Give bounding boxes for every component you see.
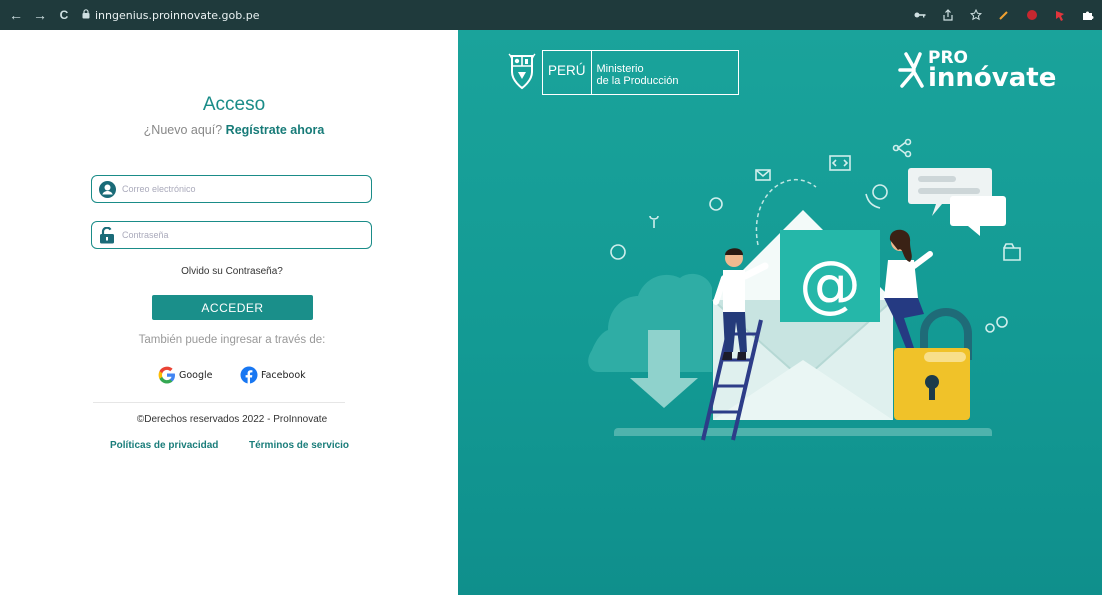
chat-small-icon [610, 244, 626, 260]
new-here-text: ¿Nuevo aquí? [143, 123, 223, 137]
share-icon[interactable] [940, 5, 956, 25]
login-button[interactable]: ACCEDER [152, 295, 313, 320]
refresh-small-icon [709, 197, 723, 211]
back-arrow-icon[interactable]: ← [6, 5, 26, 25]
wrench-small-icon [649, 215, 659, 228]
email-login-illustration: @ [588, 138, 1021, 441]
divider [93, 402, 345, 403]
url-text: inngenius.proinnovate.gob.pe [95, 8, 260, 22]
gear-small-icon [996, 316, 1008, 328]
key-icon[interactable] [912, 5, 928, 25]
address-bar[interactable]: inngenius.proinnovate.gob.pe [82, 9, 259, 22]
extension-ublock-icon[interactable] [1024, 5, 1040, 25]
google-label: Google [179, 369, 213, 381]
star-icon[interactable] [968, 5, 984, 25]
login-panel: Acceso ¿Nuevo aquí? Regístrate ahora Olv… [0, 30, 458, 595]
copyright-text: ©Derechos reservados 2022 - ProInnovate [136, 414, 328, 425]
terms-of-service-link[interactable]: Términos de servicio [249, 440, 349, 451]
reload-icon[interactable]: C [54, 5, 74, 25]
facebook-icon [240, 366, 258, 384]
password-field[interactable] [91, 221, 372, 249]
google-icon [158, 366, 176, 384]
register-link[interactable]: Regístrate ahora [226, 123, 325, 137]
ground-shadow [614, 428, 992, 436]
alt-login-text: También puede ingresar a través de: [138, 334, 326, 346]
extension-red-icon[interactable] [1052, 5, 1068, 25]
unlock-icon [98, 226, 116, 244]
extensions-puzzle-icon[interactable] [1080, 5, 1096, 25]
facebook-label: Facebook [261, 369, 306, 381]
extension-pen-icon[interactable] [996, 5, 1012, 25]
password-input[interactable] [122, 230, 362, 240]
lock-icon [82, 8, 90, 22]
forgot-password-link[interactable]: Olvido su Contraseña? [0, 266, 464, 277]
illustration-panel: PERÚ Ministerio de la Producción PRO inn… [458, 30, 1102, 595]
login-title: Acceso [202, 94, 266, 115]
google-login-button[interactable]: Google [158, 366, 213, 384]
register-prompt: ¿Nuevo aquí? Regístrate ahora [0, 123, 468, 137]
browser-toolbar: ← → C inngenius.proinnovate.gob.pe [0, 0, 1102, 30]
email-input[interactable] [122, 184, 362, 194]
facebook-login-button[interactable]: Facebook [240, 366, 306, 384]
forward-arrow-icon[interactable]: → [30, 5, 50, 25]
user-icon [98, 180, 116, 198]
at-symbol: @ [799, 247, 861, 320]
at-sign-card: @ [780, 230, 880, 322]
email-field[interactable] [91, 175, 372, 203]
folder-small-icon [1003, 243, 1021, 261]
chat-small-icon-2 [872, 184, 888, 200]
privacy-policy-link[interactable]: Políticas de privacidad [110, 440, 218, 451]
phone-small-icon [865, 193, 881, 209]
chat-bubbles-icon [908, 168, 1006, 236]
